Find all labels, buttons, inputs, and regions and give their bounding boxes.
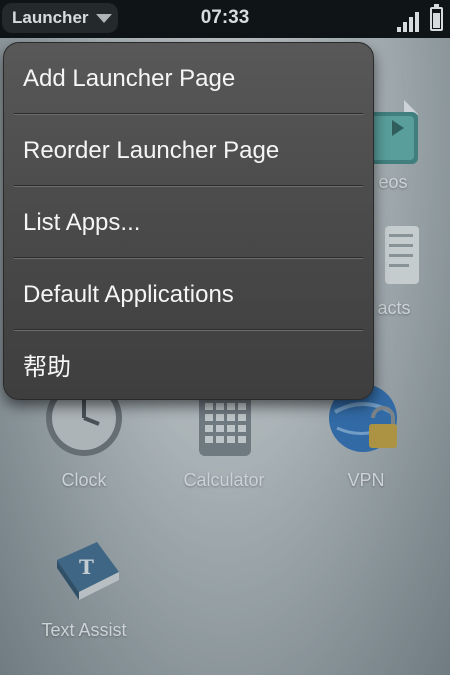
app-label: Clock [61, 470, 107, 490]
text-assist-icon: T [57, 542, 119, 600]
app-label: Calculator [183, 470, 265, 490]
menu-item-list-apps[interactable]: List Apps... [4, 187, 373, 258]
device-screen: Launcher 07:33 eos acts Clock Calculator… [0, 0, 450, 675]
signal-icon [397, 10, 421, 32]
menu-item-default-applications[interactable]: Default Applications [4, 259, 373, 330]
app-label: Text Assist [41, 620, 127, 640]
app-label: VPN [347, 470, 385, 490]
status-bar: Launcher 07:33 [0, 0, 450, 38]
menu-item-help[interactable]: 帮助 [4, 329, 373, 399]
app-text-assist[interactable]: T Text Assist [24, 532, 144, 641]
status-time: 07:33 [200, 7, 250, 28]
battery-icon [430, 4, 443, 31]
menu-item-add-launcher-page[interactable]: Add Launcher Page [4, 43, 373, 114]
app-menu: Add Launcher Page Reorder Launcher Page … [3, 42, 374, 400]
svg-text:T: T [79, 555, 94, 579]
menu-item-reorder-launcher-page[interactable]: Reorder Launcher Page [4, 115, 373, 186]
